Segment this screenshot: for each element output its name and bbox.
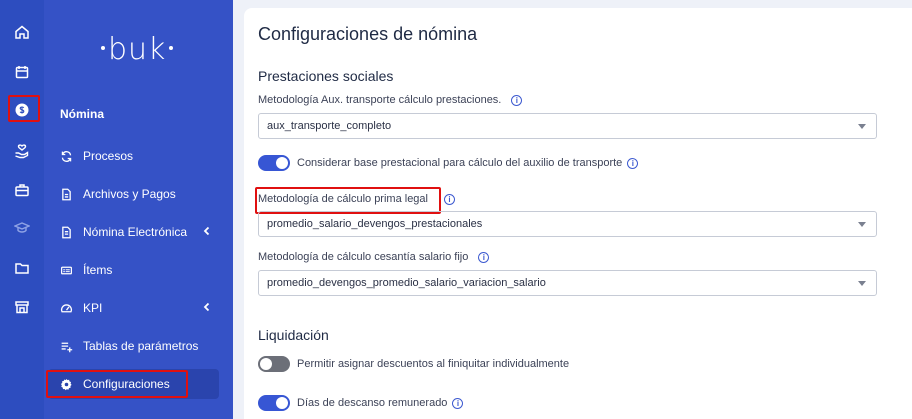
- cesantia-value: promedio_devengos_promedio_salario_varia…: [267, 277, 546, 289]
- toggle-knob: [276, 157, 288, 169]
- nav-item-procesos[interactable]: Procesos: [48, 141, 219, 171]
- cesantia-label-text: Metodología de cálculo cesantía salario …: [258, 251, 469, 263]
- chevron-left-icon: [203, 302, 210, 312]
- document-icon: [62, 226, 71, 238]
- descuentos-label: Permitir asignar descuentos al finiquita…: [297, 358, 570, 370]
- cesantia-select[interactable]: promedio_devengos_promedio_salario_varia…: [258, 270, 877, 296]
- briefcase-icon[interactable]: [0, 172, 44, 208]
- nav-item-label: Archivos y Pagos: [83, 187, 176, 201]
- nav-section-title: Nómina: [60, 107, 105, 121]
- aux-transporte-label: Metodología Aux. transporte cálculo pres…: [258, 94, 523, 106]
- base-prestacional-toggle[interactable]: [258, 155, 290, 171]
- settings-card: Configuraciones de nómina Prestaciones s…: [244, 8, 912, 419]
- info-icon[interactable]: i: [478, 251, 490, 263]
- nav-item-label: Nómina Electrónica: [83, 225, 188, 239]
- nav-item-label: Procesos: [83, 149, 134, 163]
- folder-icon[interactable]: [0, 250, 44, 286]
- nav-item-nomina-electronica[interactable]: Nómina Electrónica: [48, 217, 219, 247]
- base-prestacional-label: Considerar base prestacional para cálcul…: [297, 157, 623, 169]
- prima-select[interactable]: promedio_salario_devengos_prestacionales: [258, 211, 877, 237]
- gauge-icon: [60, 303, 73, 312]
- prima-value: promedio_salario_devengos_prestacionales: [267, 218, 483, 230]
- descuentos-toggle[interactable]: [258, 356, 290, 372]
- store-icon[interactable]: [0, 289, 44, 325]
- info-icon[interactable]: i: [627, 157, 639, 169]
- nav-item-archivos[interactable]: Archivos y Pagos: [48, 179, 219, 209]
- nav-item-label: Tablas de parámetros: [83, 339, 199, 353]
- nav-item-label: KPI: [83, 301, 103, 315]
- payroll-icon[interactable]: [0, 92, 44, 128]
- table-add-icon: [61, 342, 73, 352]
- descanso-toggle[interactable]: [258, 395, 290, 411]
- section-title-prestaciones: Prestaciones sociales: [258, 68, 394, 84]
- nav-item-label: Configuraciones: [83, 377, 170, 391]
- prima-label-text: Metodología de cálculo prima legal: [258, 193, 428, 205]
- file-icon: [62, 188, 71, 200]
- caret-down-icon: [858, 124, 866, 129]
- hand-heart-icon[interactable]: [0, 133, 44, 169]
- section-title-liquidacion: Liquidación: [258, 327, 329, 343]
- calendar-icon[interactable]: [0, 54, 44, 90]
- main-nav: buk Nómina Procesos Archivos y Pagos Nóm…: [44, 0, 233, 419]
- prima-label: Metodología de cálculo prima legal i: [258, 193, 455, 205]
- aux-transporte-label-text: Metodología Aux. transporte cálculo pres…: [258, 94, 502, 106]
- buk-logo[interactable]: buk: [98, 32, 176, 67]
- caret-down-icon: [858, 222, 866, 227]
- info-icon[interactable]: i: [452, 397, 464, 409]
- aux-transporte-select[interactable]: aux_transporte_completo: [258, 113, 877, 139]
- nav-item-configuraciones[interactable]: Configuraciones: [48, 369, 219, 399]
- descuentos-row: Permitir asignar descuentos al finiquita…: [258, 356, 569, 372]
- toggle-knob: [260, 358, 272, 370]
- list-icon: [61, 266, 72, 274]
- gear-icon: [60, 378, 72, 390]
- cesantia-label: Metodología de cálculo cesantía salario …: [258, 251, 490, 263]
- aux-transporte-value: aux_transporte_completo: [267, 120, 392, 132]
- nav-item-label: Ítems: [83, 263, 113, 277]
- refresh-icon: [61, 150, 72, 162]
- descanso-label: Días de descanso remunerado: [297, 397, 448, 409]
- icon-rail: [0, 0, 44, 419]
- info-icon[interactable]: i: [511, 94, 523, 106]
- toggle-knob: [276, 397, 288, 409]
- home-icon[interactable]: [0, 14, 44, 50]
- base-prestacional-row: Considerar base prestacional para cálcul…: [258, 155, 639, 171]
- chevron-left-icon: [203, 226, 210, 236]
- nav-item-kpi[interactable]: KPI: [48, 293, 219, 323]
- nav-item-tablas-parametros[interactable]: Tablas de parámetros: [48, 331, 219, 361]
- graduation-cap-icon[interactable]: [0, 210, 44, 246]
- nav-item-items[interactable]: Ítems: [48, 255, 219, 285]
- info-icon[interactable]: i: [444, 193, 455, 205]
- page-title: Configuraciones de nómina: [258, 24, 478, 44]
- descanso-row: Días de descanso remunerado i: [258, 395, 464, 411]
- caret-down-icon: [858, 281, 866, 286]
